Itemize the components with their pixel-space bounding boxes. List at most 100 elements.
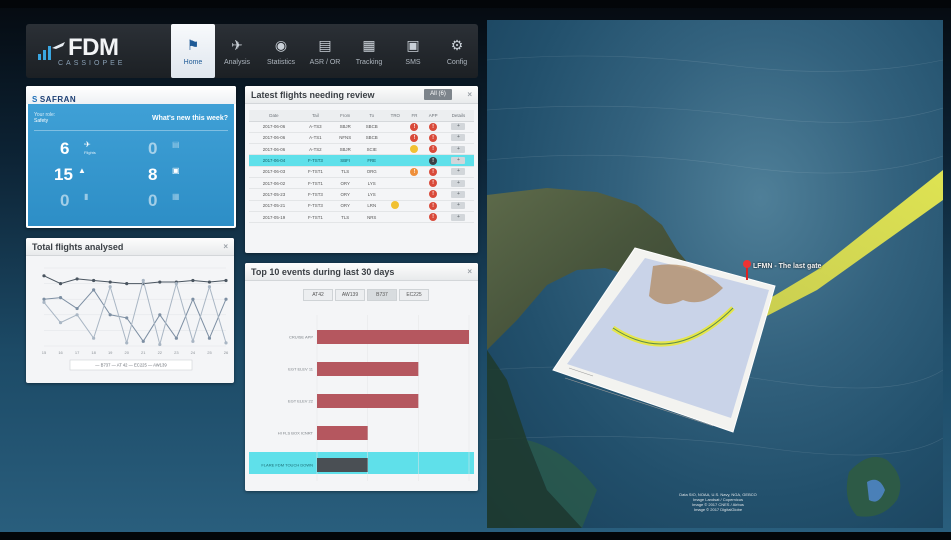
nav-tracking[interactable]: ▦ Tracking [347,24,391,78]
stat-flights[interactable]: 6 ✈ Flights [60,140,96,158]
cell-to: LYS [358,188,386,201]
widget-header: Total flights analysed × [26,238,234,256]
details-button[interactable]: + [451,145,466,153]
nav-statistics[interactable]: ◉ Statistics [259,24,303,78]
cell-to: ORG [358,166,386,178]
nav-analysis[interactable]: ✈ Analysis [215,24,259,78]
table-row[interactable]: 2017-06-02 F-TST1 ORY LYS! + [249,177,474,190]
gate-marker-icon [743,260,751,280]
alert-badge-icon[interactable]: ! [429,122,438,131]
alert-badge-icon[interactable]: ! [429,156,438,165]
alert-badge-icon[interactable]: ! [410,122,419,131]
cell-from: SBJR [331,121,359,133]
alert-badge-icon[interactable]: ! [429,179,438,188]
alert-badge-icon[interactable]: ! [429,145,438,154]
fdm-logo[interactable]: FDM CASSIOPEE [36,34,156,70]
nav-config[interactable]: ⚙ Config [435,24,479,78]
alert-badge-icon[interactable]: ! [429,213,438,222]
column-header[interactable]: FR [405,110,424,122]
logo-bars-icon [38,42,65,60]
column-header[interactable]: TRO [385,110,406,122]
close-icon[interactable]: × [467,90,472,99]
column-header[interactable]: Tail [298,110,332,122]
alert-badge-icon[interactable]: ! [429,201,438,210]
nav-home[interactable]: ⚑ Home [171,24,215,78]
column-header[interactable]: APP [423,110,443,122]
x-tick-label: 19 [108,350,113,355]
cell-from: SBFI [331,154,359,167]
stat-events[interactable]: 15 ▲ [54,166,86,184]
cell-app: ! [423,143,443,156]
details-button[interactable]: + [451,168,466,176]
nav-asr-or[interactable]: ▤ ASR / OR [303,24,347,78]
cell-to: LRN [358,200,386,212]
column-header[interactable]: To [358,110,386,122]
stat-tracking[interactable]: 0 ▦ [148,192,180,210]
alert-badge-icon[interactable]: ! [429,133,438,142]
cell-fr [405,143,424,156]
nav-sms[interactable]: ▣ SMS [391,24,435,78]
cell-details: + [442,166,474,178]
table-row[interactable]: 2017-05-23 F-TST3 ORY LYS! + [249,188,474,201]
stat-reports[interactable]: 0 ▤ [148,140,180,158]
alert-badge-icon[interactable] [391,201,400,210]
details-button[interactable]: + [451,213,466,221]
table-row[interactable]: 2017-05-21 F-TST3 ORY LRN! + [249,200,474,212]
cell-from: NFNS [331,132,359,145]
cell-details: + [442,211,474,224]
nav-config-label: Config [446,58,468,66]
data-point [108,313,112,317]
details-button[interactable]: + [451,202,466,210]
stat-bookmarks[interactable]: 0 ▮ [60,192,88,210]
x-tick-label: 16 [58,350,63,355]
table-row[interactable]: 2017-06-06 A-TS1 NFNS SBCB!! + [249,132,474,145]
cell-to: SCIE [358,143,386,156]
table-row[interactable]: 2017-06-04 F-TST3 SBFI FRE! + [249,154,474,167]
flights-table-body: 2017-06-06 A-TS3 SBJR SBCB!! +2017-06-06 A-TS… [249,121,474,224]
details-button[interactable]: + [451,190,466,198]
cell-date: 2017-06-06 [249,121,299,133]
column-header[interactable]: Date [249,110,299,122]
table-row[interactable]: 2017-06-06 A-TS3 SBJR SBCB!! + [249,121,474,133]
column-header[interactable]: From [331,110,359,122]
alert-badge-icon[interactable]: ! [410,133,419,142]
table-row[interactable]: 2017-05-19 F-TST1 TLS NRS! + [249,211,474,224]
bar [317,394,419,408]
cell-details: + [442,188,474,201]
data-point [191,339,195,343]
stat-investigations[interactable]: 8 ▣ [148,166,180,184]
safran-mark-icon: S [32,95,38,104]
details-button[interactable]: + [451,179,466,187]
series-line [43,275,227,285]
alert-badge-icon[interactable]: ! [410,167,419,176]
close-icon[interactable]: × [223,242,228,251]
approach-chart-plate [552,247,776,433]
latest-flights-widget: Latest flights needing review All (6) × … [245,86,478,253]
series-line [43,289,227,343]
category-label: EGT ELEV 22 [288,399,314,404]
stat-label: Flights [84,150,96,155]
all-flights-button[interactable]: All (6) [424,89,452,100]
details-button[interactable]: + [451,134,466,142]
whats-new-link[interactable]: What's new this week? [152,115,228,122]
cell-tro [385,154,406,167]
alert-badge-icon[interactable] [410,144,419,153]
nav-items: ⚑ Home ✈ Analysis ◉ Statistics ▤ ASR / O… [171,24,479,78]
bottom-frame [0,532,951,540]
data-point [141,339,145,343]
cell-date: 2017-05-19 [249,211,299,224]
details-button[interactable]: + [451,123,466,131]
flight-3d-map[interactable]: LFMN - The last gate Data SIO, NOAA, U.S… [487,20,943,528]
table-row[interactable]: 2017-06-06 A-TS2 SBJR SCIE! + [249,143,474,156]
details-button[interactable]: + [451,157,466,165]
calendar-icon: ▦ [362,36,376,53]
alert-badge-icon[interactable]: ! [429,167,438,176]
data-point [207,280,212,284]
plane-icon: ✈ [84,140,91,149]
nav-statistics-label: Statistics [266,58,295,66]
alert-badge-icon[interactable]: ! [429,190,438,199]
data-point [158,342,162,347]
cell-from: SBJR [331,143,359,156]
column-header[interactable]: Details [442,110,474,122]
table-row[interactable]: 2017-06-03 F-TST1 TLS ORG!! + [249,166,474,178]
